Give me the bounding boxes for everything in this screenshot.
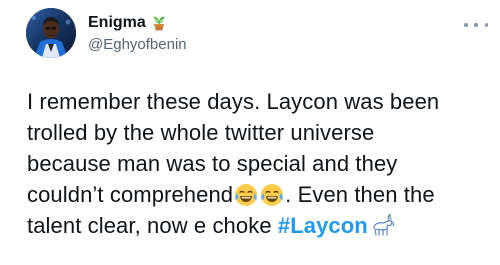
- hashtag-link[interactable]: #Laycon: [278, 213, 368, 238]
- display-name[interactable]: Enigma: [88, 14, 146, 32]
- tweet-line-4-rest: . Even then the: [285, 182, 435, 207]
- tweet-line-4: couldn’t comprehend . Even then the: [27, 179, 489, 210]
- potted-plant-icon: [150, 14, 168, 32]
- tweet-line-4-text: couldn’t comprehend: [27, 182, 234, 207]
- tweet-header: Enigma @Eghyofbenin: [26, 8, 492, 58]
- tweet-line-5: talent clear, now e choke #Laycon: [27, 210, 489, 241]
- face-with-tears-of-joy-icon: [260, 183, 284, 207]
- tweet-card: Enigma @Eghyofbenin I remember these day…: [0, 0, 500, 265]
- avatar-image: [26, 8, 76, 58]
- face-with-tears-of-joy-icon: [234, 183, 258, 207]
- more-options-icon[interactable]: [464, 18, 488, 32]
- tweet-line-1: I remember these days. Laycon was been: [27, 89, 440, 114]
- name-row: Enigma: [88, 12, 187, 34]
- user-info: Enigma @Eghyofbenin: [88, 12, 187, 53]
- tweet-line-2: trolled by the whole twitter universe: [27, 120, 375, 145]
- tweet-line-5-text: talent clear, now e choke: [27, 213, 278, 238]
- tweet-text: I remember these days. Laycon was been t…: [27, 86, 489, 241]
- tweet-line-3: because man was to special and they: [27, 151, 398, 176]
- avatar[interactable]: [26, 8, 76, 58]
- goat-icon: [369, 213, 397, 239]
- handle[interactable]: @Eghyofbenin: [88, 36, 187, 53]
